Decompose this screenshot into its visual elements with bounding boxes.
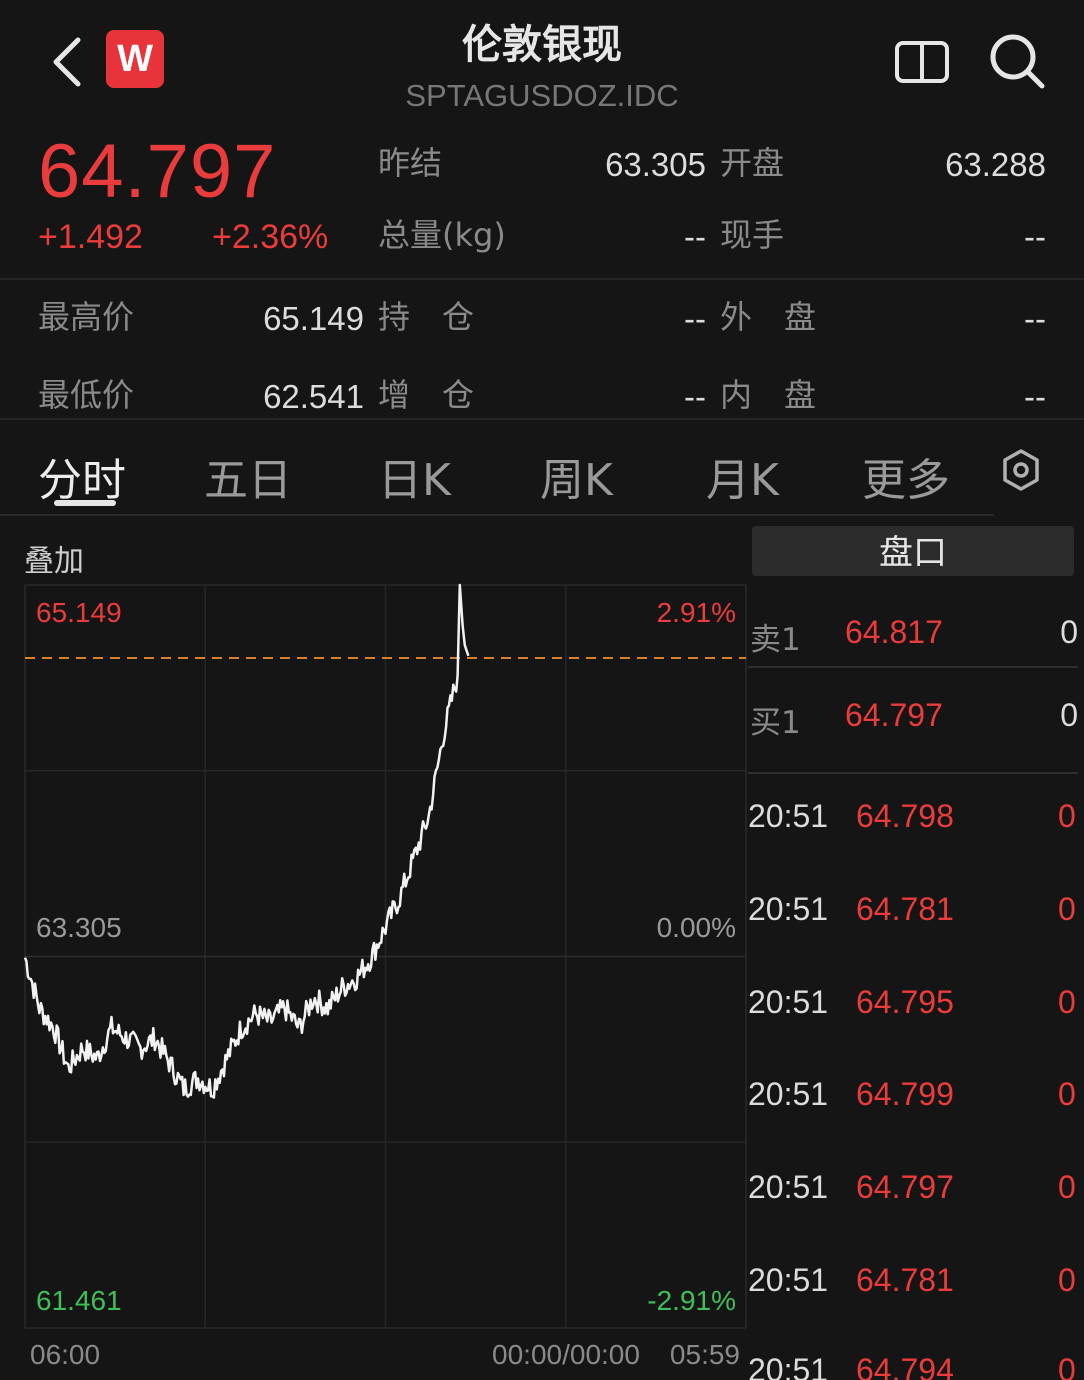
oi-change-label: 增 仓 [378,376,475,414]
low-label: 最低价 [38,376,135,414]
chart-grid [24,584,747,1329]
tick-time: 20:51 [748,1352,829,1380]
settings-icon[interactable] [1000,449,1042,491]
tick-quantity: 0 [1058,798,1076,834]
tick-quantity: 0 [1058,1076,1076,1112]
tick-price: 64.797 [856,1169,954,1205]
open-label: 开盘 [720,144,785,182]
tab-five-day[interactable]: 五日 [204,444,292,508]
volume-value: -- [684,218,706,255]
inner-volume-label: 内 盘 [720,376,817,414]
y-axis-mid-price: 63.305 [36,912,122,943]
prev-close-value: 63.305 [605,146,706,183]
orderbook-tab[interactable]: 盘口 [752,526,1074,576]
x-axis-start-time: 06:00 [30,1339,100,1370]
tick-time: 20:51 [748,1169,829,1205]
tick-time: 20:51 [748,1262,829,1298]
price-change-percent: +2.36% [212,218,329,256]
tick-time: 20:51 [748,798,829,834]
prev-close-label: 昨结 [378,144,443,182]
price-series-line [23,583,470,1099]
open-interest-label: 持 仓 [378,298,475,336]
tick-price: 64.795 [856,984,954,1020]
open-interest-value: -- [684,300,706,337]
high-label: 最高价 [38,298,135,336]
tick-quantity: 0 [1058,891,1076,927]
tick-quantity: 0 [1058,1352,1076,1380]
active-tab-indicator [54,500,116,506]
tick-quantity: 0 [1058,984,1076,1020]
overlay-button[interactable]: 叠加 [24,536,84,580]
bid1-label: 买1 [750,705,801,741]
divider [748,772,1078,774]
intraday-chart[interactable]: 65.149 2.91% 63.305 0.00% 61.461 -2.91% … [0,580,750,1380]
tick-price: 64.781 [856,891,954,927]
y-axis-top-price: 65.149 [36,597,122,628]
oi-change-value: -- [684,378,706,415]
ask1-price: 64.817 [845,614,943,650]
low-value: 62.541 [263,378,364,415]
ask1-label: 卖1 [750,622,801,658]
y-axis-bottom-price: 61.461 [36,1285,122,1316]
volume-label: 总量(kg) [378,216,506,254]
tick-price: 64.799 [856,1076,954,1112]
tab-weekly-k[interactable]: 周K [540,444,613,508]
divider [0,418,1084,420]
divider [0,278,1084,280]
outer-volume-label: 外 盘 [720,298,817,336]
y-axis-top-percent: 2.91% [657,597,736,628]
tick-quantity: 0 [1058,1169,1076,1205]
last-price: 64.797 [38,129,277,214]
tab-more[interactable]: 更多 [862,444,950,508]
inner-volume-value: -- [1024,378,1046,415]
y-axis-bottom-percent: -2.91% [647,1285,736,1316]
y-axis-mid-percent: 0.00% [657,912,736,943]
tick-quantity: 0 [1058,1262,1076,1298]
open-value: 63.288 [945,146,1046,183]
bid1-price: 64.797 [845,697,943,733]
tick-time: 20:51 [748,1076,829,1112]
tick-price: 64.781 [856,1262,954,1298]
outer-volume-value: -- [1024,300,1046,337]
current-hand-value: -- [1024,218,1046,255]
tick-time: 20:51 [748,891,829,927]
bid1-quantity: 0 [1060,697,1078,733]
tick-time: 20:51 [748,984,829,1020]
price-change: +1.492 [38,218,143,256]
x-axis-end-time: 05:59 [670,1339,740,1370]
tab-monthly-k[interactable]: 月K [706,444,779,508]
x-axis-mid-time: 00:00/00:00 [492,1339,640,1370]
tab-daily-k[interactable]: 日K [378,444,451,508]
tab-intraday[interactable]: 分时 [38,444,126,508]
divider [0,514,994,516]
list-item: 20:51 64.794 0 [748,1352,1084,1380]
high-value: 65.149 [263,300,364,337]
tick-price: 64.794 [856,1352,954,1380]
divider [748,666,1078,668]
current-hand-label: 现手 [720,216,785,254]
split-view-icon[interactable] [894,40,950,84]
tick-price: 64.798 [856,798,954,834]
ask1-quantity: 0 [1060,614,1078,650]
search-icon[interactable] [988,32,1046,90]
